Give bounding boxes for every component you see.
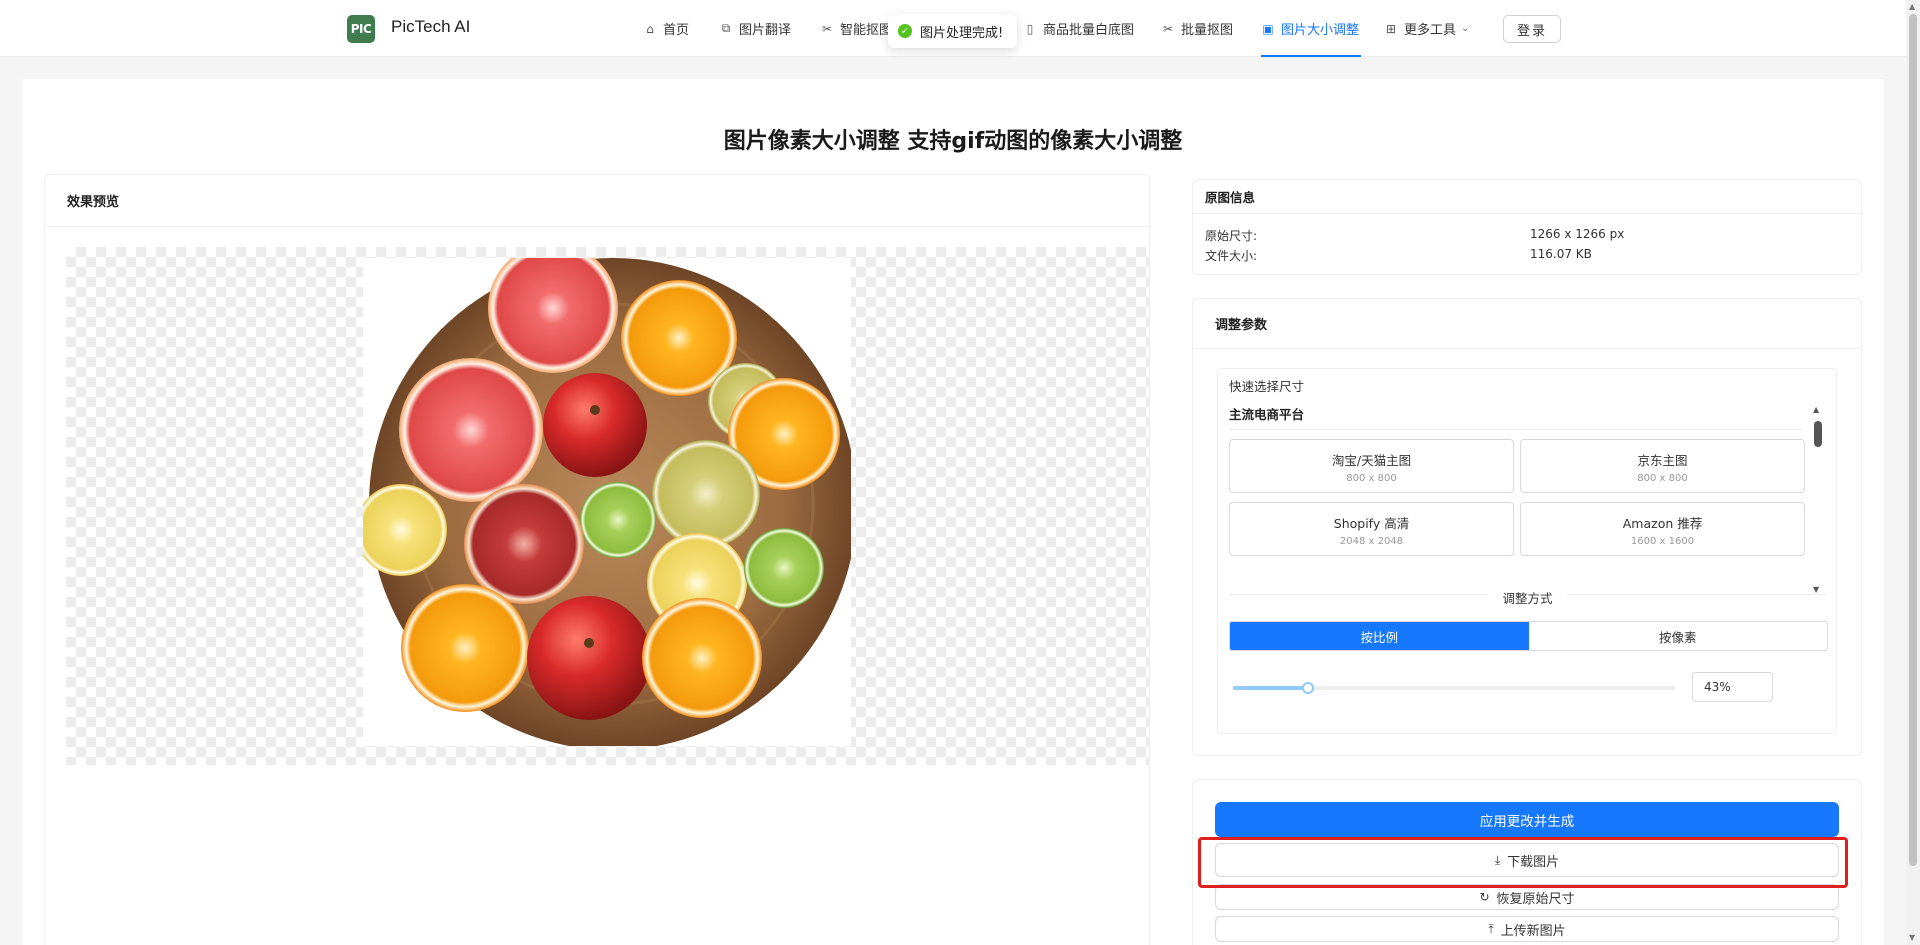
scroll-up-arrow-icon[interactable]: ▲ xyxy=(1909,2,1915,11)
nav-home[interactable]: ⌂ 首页 xyxy=(643,0,689,57)
brand-logo-icon[interactable]: PIC xyxy=(347,15,375,43)
platform-group-title: 主流电商平台 xyxy=(1229,407,1305,422)
scissors-icon: ✂ xyxy=(821,21,833,36)
size-option-jd[interactable]: 京东主图 800 x 800 xyxy=(1520,439,1805,493)
nav-active-indicator xyxy=(1261,55,1361,57)
params-panel: 快速选择尺寸 主流电商平台 淘宝/天猫主图 800 x 800 京东主图 800… xyxy=(1217,368,1837,734)
login-button[interactable]: 登录 xyxy=(1503,15,1561,43)
preview-canvas xyxy=(66,247,1149,765)
success-toast: ✓ 图片处理完成! xyxy=(888,14,1018,48)
check-circle-icon: ✓ xyxy=(898,24,912,38)
original-size-label: 原始尺寸: xyxy=(1205,229,1258,243)
brand-name[interactable]: PicTech AI xyxy=(391,17,470,37)
size-option-amazon[interactable]: Amazon 推荐 1600 x 1600 xyxy=(1520,502,1805,556)
method-by-pixel-button[interactable]: 按像素 xyxy=(1528,622,1827,650)
nav-more-tools-label: 更多工具 xyxy=(1404,23,1457,38)
nav-more-tools[interactable]: ⊞ 更多工具 ⌄ xyxy=(1384,0,1469,57)
nav-image-resize-label: 图片大小调整 xyxy=(1281,23,1360,38)
size-option-dims: 2048 x 2048 xyxy=(1339,536,1404,547)
size-option-taobao[interactable]: 淘宝/天猫主图 800 x 800 xyxy=(1229,439,1514,493)
size-list-scrollbar[interactable]: ▲ ▼ xyxy=(1813,405,1823,595)
translate-icon: ⧉ xyxy=(721,21,731,35)
nav-smart-cutout-label: 智能抠图 xyxy=(840,23,893,38)
nav-home-label: 首页 xyxy=(663,23,690,38)
quick-size-label: 快速选择尺寸 xyxy=(1229,379,1305,394)
upload-icon: ⤒ xyxy=(1488,921,1494,936)
fruit-platter-image xyxy=(363,258,851,746)
nav-batch-cutout-label: 批量抠图 xyxy=(1181,23,1234,38)
grid-icon: ⊞ xyxy=(1385,21,1397,36)
preview-title: 效果预览 xyxy=(45,175,1149,227)
preview-card: 效果预览 xyxy=(44,174,1150,945)
scissors-icon: ✂ xyxy=(1162,21,1174,36)
adjust-params-card: 调整参数 快速选择尺寸 主流电商平台 淘宝/天猫主图 800 x 800 京东主… xyxy=(1192,298,1862,756)
upload-label: 上传新图片 xyxy=(1500,923,1566,939)
nav-smart-cutout[interactable]: ✂ 智能抠图 xyxy=(820,0,892,57)
chevron-down-icon: ⌄ xyxy=(1461,23,1470,34)
scale-percent-input[interactable]: 43% xyxy=(1692,672,1773,702)
upload-new-image-button[interactable]: ⤒ 上传新图片 xyxy=(1215,916,1839,942)
preview-image xyxy=(363,258,851,746)
refresh-icon: ↻ xyxy=(1479,890,1490,904)
size-option-dims: 800 x 800 xyxy=(1637,473,1688,484)
scale-slider[interactable] xyxy=(1233,681,1675,695)
size-option-dims: 800 x 800 xyxy=(1346,473,1397,484)
highlight-box xyxy=(1198,837,1848,888)
size-option-name: Shopify 高清 xyxy=(1333,516,1410,531)
scroll-up-arrow-icon[interactable]: ▲ xyxy=(1813,405,1819,414)
reset-label: 恢复原始尺寸 xyxy=(1496,891,1575,907)
file-size-label: 文件大小: xyxy=(1205,249,1258,263)
size-option-shopify[interactable]: Shopify 高清 2048 x 2048 xyxy=(1229,502,1514,556)
page-scrollbar[interactable]: ▲ ▼ xyxy=(1906,0,1920,945)
original-size-value: 1266 x 1266 px xyxy=(1530,227,1625,241)
file-icon: ▯ xyxy=(1026,21,1034,36)
size-option-dims: 1600 x 1600 xyxy=(1630,536,1695,547)
toast-text: 图片处理完成! xyxy=(920,25,1004,41)
nav-image-translate-label: 图片翻译 xyxy=(739,23,792,38)
adjust-params-title: 调整参数 xyxy=(1193,299,1861,349)
nav-batch-white-bg[interactable]: ▯ 商品批量白底图 xyxy=(1023,0,1134,57)
method-by-ratio-button[interactable]: 按比例 xyxy=(1230,622,1529,650)
home-icon: ⌂ xyxy=(646,21,654,36)
page-scrollbar-thumb[interactable] xyxy=(1909,14,1917,866)
nav-batch-cutout[interactable]: ✂ 批量抠图 xyxy=(1161,0,1233,57)
size-option-name: 京东主图 xyxy=(1637,453,1688,468)
page-title: 图片像素大小调整 支持gif动图的像素大小调整 xyxy=(723,129,1183,154)
adjust-method-toggle: 按比例 按像素 xyxy=(1229,621,1828,651)
nav-image-translate[interactable]: ⧉ 图片翻译 xyxy=(719,0,791,57)
slider-fill xyxy=(1233,686,1308,690)
scroll-down-arrow-icon[interactable]: ▼ xyxy=(1909,933,1915,942)
nav-batch-white-bg-label: 商品批量白底图 xyxy=(1043,23,1135,38)
size-option-name: Amazon 推荐 xyxy=(1622,516,1703,531)
image-icon: ▣ xyxy=(1262,21,1274,36)
nav-image-resize[interactable]: ▣ 图片大小调整 xyxy=(1261,0,1359,57)
size-option-name: 淘宝/天猫主图 xyxy=(1331,453,1412,468)
file-size-value: 116.07 KB xyxy=(1530,247,1592,261)
original-info-card: 原图信息 原始尺寸: 1266 x 1266 px 文件大小: 116.07 K… xyxy=(1192,179,1862,275)
original-info-title: 原图信息 xyxy=(1193,180,1861,214)
adjust-method-divider: 调整方式 xyxy=(1229,588,1826,606)
adjust-method-label: 调整方式 xyxy=(1488,591,1567,606)
divider xyxy=(1229,429,1802,430)
slider-handle[interactable] xyxy=(1302,682,1314,694)
size-list-scrollbar-thumb[interactable] xyxy=(1814,421,1822,447)
apply-and-generate-button[interactable]: 应用更改并生成 xyxy=(1215,802,1839,837)
